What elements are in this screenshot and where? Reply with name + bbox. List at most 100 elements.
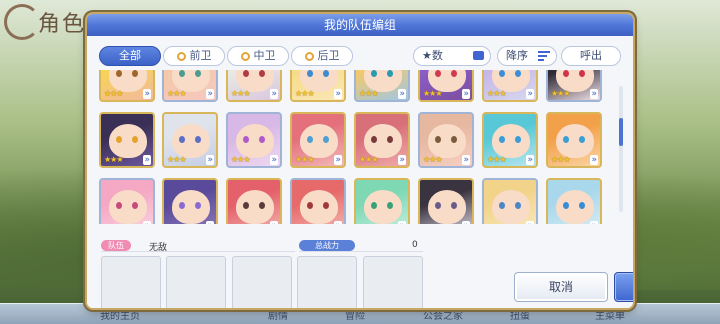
character-card[interactable]: ★★★ » xyxy=(354,112,410,168)
role-chevron-icon: » xyxy=(590,155,598,165)
character-card[interactable]: ★★★ » xyxy=(99,70,155,102)
team-slot[interactable] xyxy=(363,256,423,308)
character-card[interactable]: ★★★ » xyxy=(482,112,538,168)
character-card[interactable]: ★★★ » xyxy=(546,70,602,102)
portrait-eye xyxy=(451,70,457,77)
character-portrait xyxy=(428,124,466,158)
portrait-eye xyxy=(387,70,393,77)
grid-scrollbar[interactable] xyxy=(619,86,623,212)
team-name-value[interactable]: 无敌 xyxy=(149,240,167,253)
nav-item[interactable]: 剧情 xyxy=(268,307,288,322)
role-chevron-icon: » xyxy=(270,89,278,99)
character-card[interactable]: » xyxy=(354,178,410,224)
nav-item[interactable]: 公会之家 xyxy=(423,307,463,322)
character-portrait xyxy=(364,124,402,158)
portrait-eye xyxy=(323,70,329,77)
tab-all[interactable]: 全部 xyxy=(99,46,161,66)
nav-item[interactable]: 主菜单 xyxy=(595,307,625,322)
role-chevron-icon: » xyxy=(334,89,342,99)
tab-midguard[interactable]: 中卫 xyxy=(227,46,289,66)
portrait-eye xyxy=(195,70,201,77)
character-card[interactable]: » xyxy=(162,178,218,224)
sort-order-button[interactable]: 降序 xyxy=(497,46,557,66)
character-card[interactable]: ★★★ » xyxy=(226,112,282,168)
portrait-eye xyxy=(451,202,457,209)
character-card[interactable]: ★★★ » xyxy=(418,112,474,168)
role-chevron-icon: » xyxy=(462,155,470,165)
save-button[interactable]: 保存 xyxy=(614,272,633,302)
nav-item[interactable]: 扭蛋 xyxy=(510,307,530,322)
role-chevron-icon: » xyxy=(398,155,406,165)
portrait-eye xyxy=(116,70,122,77)
sort-field-button[interactable]: ★数 xyxy=(413,46,491,66)
nav-item[interactable]: 我的主页 xyxy=(100,307,140,322)
team-name-line xyxy=(101,239,295,252)
portrait-eye xyxy=(499,136,505,143)
star-rating-icon: ★★★ xyxy=(167,89,186,98)
character-card[interactable]: ★★★ » xyxy=(290,70,346,102)
portrait-eye xyxy=(179,70,185,77)
midguard-ring-icon xyxy=(240,52,250,61)
star-rating-icon: ★★★ xyxy=(359,155,378,164)
portrait-eye xyxy=(243,202,249,209)
character-card[interactable]: ★★★ » xyxy=(354,70,410,102)
portrait-eye xyxy=(195,202,201,209)
nav-item[interactable]: 冒险 xyxy=(345,307,365,322)
role-chevron-icon: » xyxy=(143,155,151,165)
character-card[interactable]: ★★★ » xyxy=(162,70,218,102)
portrait-eye xyxy=(116,202,122,209)
cancel-button[interactable]: 取消 xyxy=(514,272,608,302)
team-slot[interactable] xyxy=(297,256,357,308)
character-card[interactable]: » xyxy=(418,178,474,224)
tab-vanguard[interactable]: 前卫 xyxy=(163,46,225,66)
role-chevron-icon: » xyxy=(206,155,214,165)
character-card[interactable]: ★★★ » xyxy=(546,112,602,168)
role-chevron-icon: » xyxy=(462,221,470,224)
portrait-eye xyxy=(116,136,122,143)
character-card[interactable]: » xyxy=(482,178,538,224)
character-portrait xyxy=(236,124,274,158)
portrait-eye xyxy=(563,136,569,143)
team-slot[interactable] xyxy=(232,256,292,308)
character-card[interactable]: » xyxy=(546,178,602,224)
character-card[interactable]: ★★★ » xyxy=(99,112,155,168)
role-chevron-icon: » xyxy=(143,221,151,224)
character-portrait xyxy=(300,124,338,158)
portrait-eye xyxy=(579,136,585,143)
tab-rearguard[interactable]: 后卫 xyxy=(291,46,353,66)
role-chevron-icon: » xyxy=(526,89,534,99)
role-chevron-icon: » xyxy=(334,221,342,224)
portrait-eye xyxy=(179,136,185,143)
portrait-eye xyxy=(259,202,265,209)
character-card[interactable]: ★★★ » xyxy=(162,112,218,168)
team-slot[interactable] xyxy=(101,256,161,308)
character-portrait xyxy=(109,190,147,224)
character-card[interactable]: » xyxy=(226,178,282,224)
portrait-eye xyxy=(371,136,377,143)
portrait-eye xyxy=(195,136,201,143)
portrait-eye xyxy=(132,202,138,209)
portrait-eye xyxy=(563,202,569,209)
character-card[interactable]: ★★★ » xyxy=(290,112,346,168)
role-chevron-icon: » xyxy=(270,155,278,165)
portrait-eye xyxy=(435,136,441,143)
scrollbar-thumb[interactable] xyxy=(619,118,623,146)
star-rating-icon: ★★★ xyxy=(551,155,570,164)
character-portrait xyxy=(556,190,594,224)
portrait-eye xyxy=(132,70,138,77)
vanguard-ring-icon xyxy=(176,52,186,61)
portrait-eye xyxy=(323,136,329,143)
recall-button[interactable]: 呼出 xyxy=(561,46,621,66)
character-card[interactable]: ★★★ » xyxy=(418,70,474,102)
role-chevron-icon: » xyxy=(270,221,278,224)
portrait-eye xyxy=(563,70,569,77)
character-card[interactable]: ★★★ » xyxy=(226,70,282,102)
team-slot[interactable] xyxy=(166,256,226,308)
character-card[interactable]: » xyxy=(99,178,155,224)
character-card[interactable]: ★★★ » xyxy=(482,70,538,102)
tab-all-label: 全部 xyxy=(119,49,141,62)
character-card[interactable]: » xyxy=(290,178,346,224)
star-rating-icon: ★★★ xyxy=(487,155,506,164)
portrait-eye xyxy=(307,136,313,143)
tab-rearguard-label: 后卫 xyxy=(317,49,340,62)
